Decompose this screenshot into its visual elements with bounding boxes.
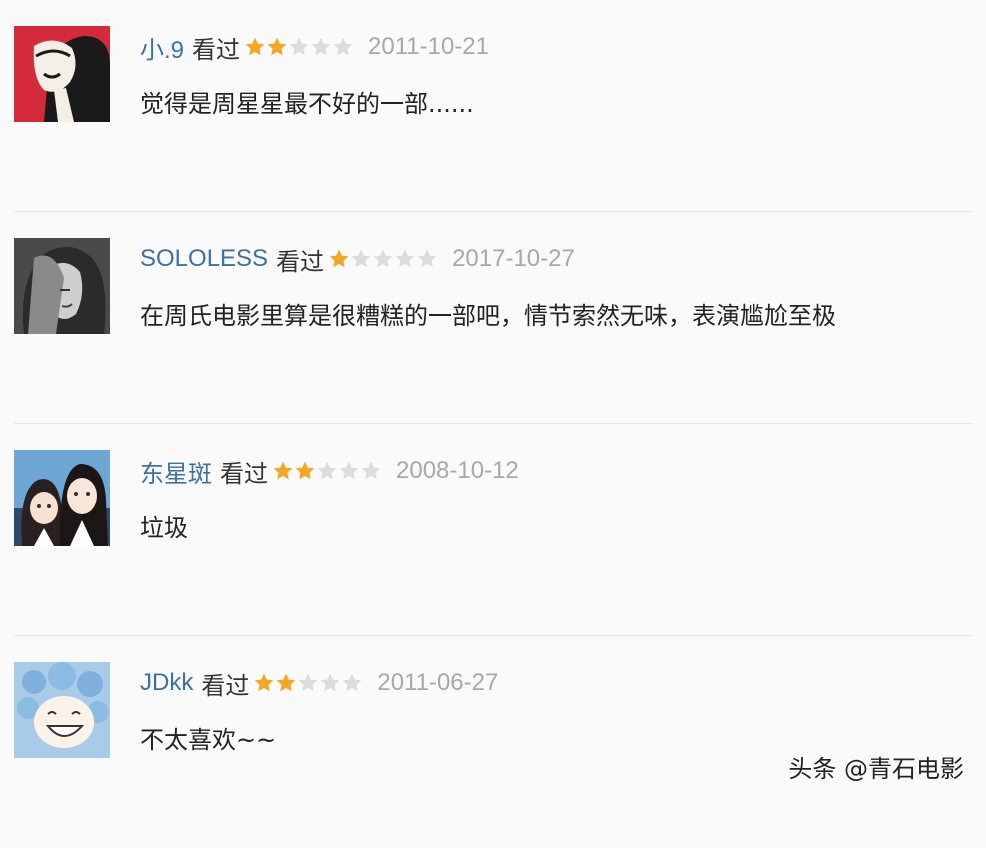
watched-label: 看过 (276, 247, 325, 276)
review-date: 2011-06-27 (377, 669, 499, 696)
watched-label: 看过 (201, 671, 250, 700)
avatar[interactable] (14, 26, 110, 122)
username-link[interactable]: JDkk (140, 669, 193, 697)
rating-stars (328, 248, 438, 270)
username-link[interactable]: 东星斑 (140, 454, 212, 489)
watched-label: 看过 (220, 459, 268, 488)
avatar[interactable] (14, 238, 110, 334)
star-empty-icon (289, 37, 309, 56)
star-empty-icon (333, 37, 353, 56)
rating-stars (272, 460, 382, 482)
star-empty-icon (299, 673, 318, 692)
review-date: 2011-10-21 (368, 33, 489, 60)
star-filled-icon (295, 461, 315, 480)
rating-stars (253, 672, 363, 694)
review-text: 不太喜欢~~ (140, 726, 277, 754)
review-text: 在周氏电影里算是很糟糕的一部吧，情节索然无味，表演尴尬至极 (140, 302, 836, 330)
star-empty-icon (361, 461, 381, 480)
review-item: SOLOLESS 看过 2017-10-27 在周氏电影里算是很糟糕的一部吧，情… (0, 212, 986, 424)
star-empty-icon (311, 37, 331, 56)
star-empty-icon (343, 673, 362, 692)
review-text: 垃圾 (140, 514, 188, 542)
star-empty-icon (321, 673, 340, 692)
star-filled-icon (329, 249, 349, 268)
star-empty-icon (373, 249, 393, 268)
star-empty-icon (351, 249, 371, 268)
avatar[interactable] (14, 662, 110, 758)
star-empty-icon (395, 249, 415, 268)
watched-label: 看过 (192, 35, 241, 64)
star-empty-icon (417, 249, 437, 268)
star-empty-icon (339, 461, 359, 480)
review-date: 2008-10-12 (396, 457, 519, 484)
star-filled-icon (267, 37, 287, 56)
username-link[interactable]: 小.9 (140, 30, 184, 65)
star-filled-icon (255, 673, 274, 692)
review-item: 小.9 看过 2011-10-21 觉得是周星星最不好的一部...... (0, 0, 986, 212)
star-empty-icon (317, 461, 337, 480)
review-date: 2017-10-27 (452, 245, 575, 272)
watermark: 头条 @青石电影 (788, 755, 964, 783)
rating-stars (244, 36, 354, 58)
review-text: 觉得是周星星最不好的一部...... (140, 90, 474, 118)
review-item: 东星斑 看过 2008-10-12 垃圾 (0, 424, 986, 636)
star-filled-icon (245, 37, 265, 56)
avatar[interactable] (14, 450, 110, 546)
review-item: JDkk 看过 2011-06-27 不太喜欢~~ (0, 636, 986, 848)
username-link[interactable]: SOLOLESS (140, 245, 268, 273)
star-filled-icon (273, 461, 293, 480)
star-filled-icon (277, 673, 296, 692)
